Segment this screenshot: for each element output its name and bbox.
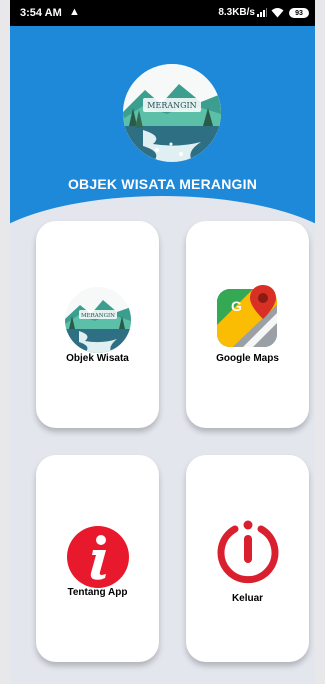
power-icon [214, 517, 282, 585]
logo-text: MERANGIN [81, 313, 115, 319]
google-maps-card[interactable]: G Google Maps [186, 221, 309, 428]
keluar-card[interactable]: Keluar [186, 455, 309, 662]
keluar-label: Keluar [231, 593, 264, 604]
google-maps-label: Google Maps [216, 353, 279, 364]
tentang-app-card[interactable]: Tentang App [36, 455, 159, 662]
navigation-arrow-icon: ▲ [69, 6, 80, 18]
merangin-logo-icon: MERANGIN [123, 64, 221, 162]
app-title: OBJEK WISATA MERANGIN [67, 176, 258, 192]
objek-wisata-label: Objek Wisata [66, 353, 129, 364]
logo-text: MERANGIN [147, 101, 196, 110]
google-maps-icon: G [215, 283, 281, 349]
wifi-icon [271, 8, 284, 18]
merangin-logo-icon: MERANGIN [65, 287, 131, 353]
tentang-app-label: Tentang App [67, 587, 128, 598]
status-time: 3:54 AM [20, 7, 62, 19]
svg-text:G: G [231, 298, 242, 314]
info-icon [66, 525, 130, 589]
objek-wisata-card[interactable]: MERANGIN Objek Wisata [36, 221, 159, 428]
app-screen: 3:54 AM ▲ 8.3KB/s 93 MERANGIN OBJEK WISA… [10, 0, 315, 684]
status-bar: 3:54 AM ▲ 8.3KB/s 93 [10, 0, 315, 26]
signal-icon [257, 8, 267, 17]
network-speed: 8.3KB/s [218, 7, 255, 18]
battery-icon: 93 [289, 8, 309, 18]
